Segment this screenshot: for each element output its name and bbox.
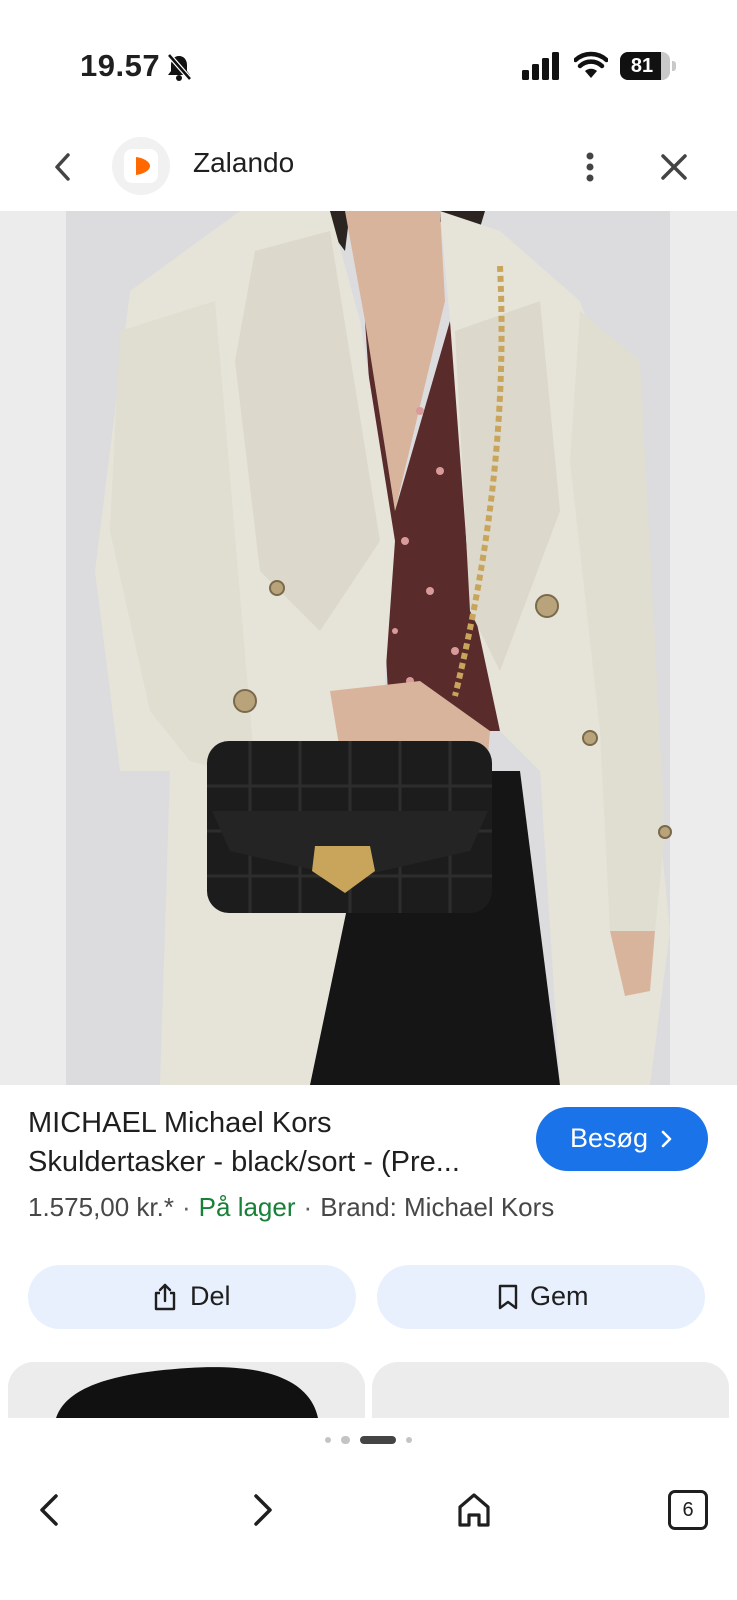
battery-level: 81 (630, 55, 654, 77)
related-result-card[interactable] (8, 1362, 365, 1418)
visit-button-label: Besøg (570, 1123, 649, 1153)
wifi-icon (574, 51, 608, 78)
cellular-signal-icon (522, 52, 559, 80)
product-image[interactable] (0, 211, 737, 1085)
related-result-image (8, 1362, 365, 1418)
related-result-card[interactable] (372, 1362, 729, 1418)
zalando-logo-icon (136, 157, 150, 175)
more-options-icon[interactable] (570, 145, 610, 189)
status-bar: 19.57 81 (0, 0, 737, 120)
tabs-button[interactable]: 6 (660, 1482, 716, 1538)
meta-separator: · (303, 1192, 313, 1222)
bell-off-icon (167, 53, 192, 81)
browser-forward-icon[interactable] (234, 1482, 290, 1538)
back-button[interactable] (44, 145, 84, 189)
pager-dots (0, 1427, 737, 1453)
bottom-navigation: 6 (0, 1460, 737, 1600)
top-bar: Zalando (0, 125, 737, 211)
stock-status: På lager (198, 1192, 296, 1222)
bookmark-icon (498, 1284, 518, 1310)
meta-separator: · (182, 1192, 191, 1222)
battery-indicator: 81 (620, 52, 676, 80)
home-icon[interactable] (446, 1482, 502, 1538)
visit-button[interactable]: Besøg (536, 1107, 708, 1171)
share-button-label: Del (190, 1281, 231, 1311)
product-price: 1.575,00 kr.* (28, 1192, 174, 1222)
status-time: 19.57 (80, 48, 161, 83)
product-brand: Brand: Michael Kors (320, 1192, 555, 1222)
product-title[interactable]: MICHAEL Michael Kors Skuldertasker - bla… (28, 1104, 508, 1182)
product-title-line-2: Skuldertasker - black/sort - (Pre... (28, 1146, 460, 1178)
pager-dot (341, 1436, 350, 1444)
product-photo (0, 211, 737, 1085)
browser-back-icon[interactable] (22, 1482, 78, 1538)
share-button[interactable]: Del (28, 1265, 356, 1329)
pager-dot (325, 1437, 331, 1443)
tabs-count: 6 (668, 1490, 708, 1530)
share-icon (154, 1283, 176, 1311)
product-meta: 1.575,00 kr.* · På lager · Brand: Michael Ko… (28, 1192, 554, 1223)
save-button-label: Gem (530, 1281, 589, 1311)
pager-dot-active (360, 1436, 396, 1444)
pager-dot (406, 1437, 412, 1443)
chevron-right-icon (661, 1130, 672, 1148)
close-button[interactable] (652, 145, 696, 189)
site-title: Zalando (193, 147, 295, 178)
site-logo (112, 137, 170, 195)
save-button[interactable]: Gem (377, 1265, 705, 1329)
product-title-line-1: MICHAEL Michael Kors (28, 1107, 332, 1139)
